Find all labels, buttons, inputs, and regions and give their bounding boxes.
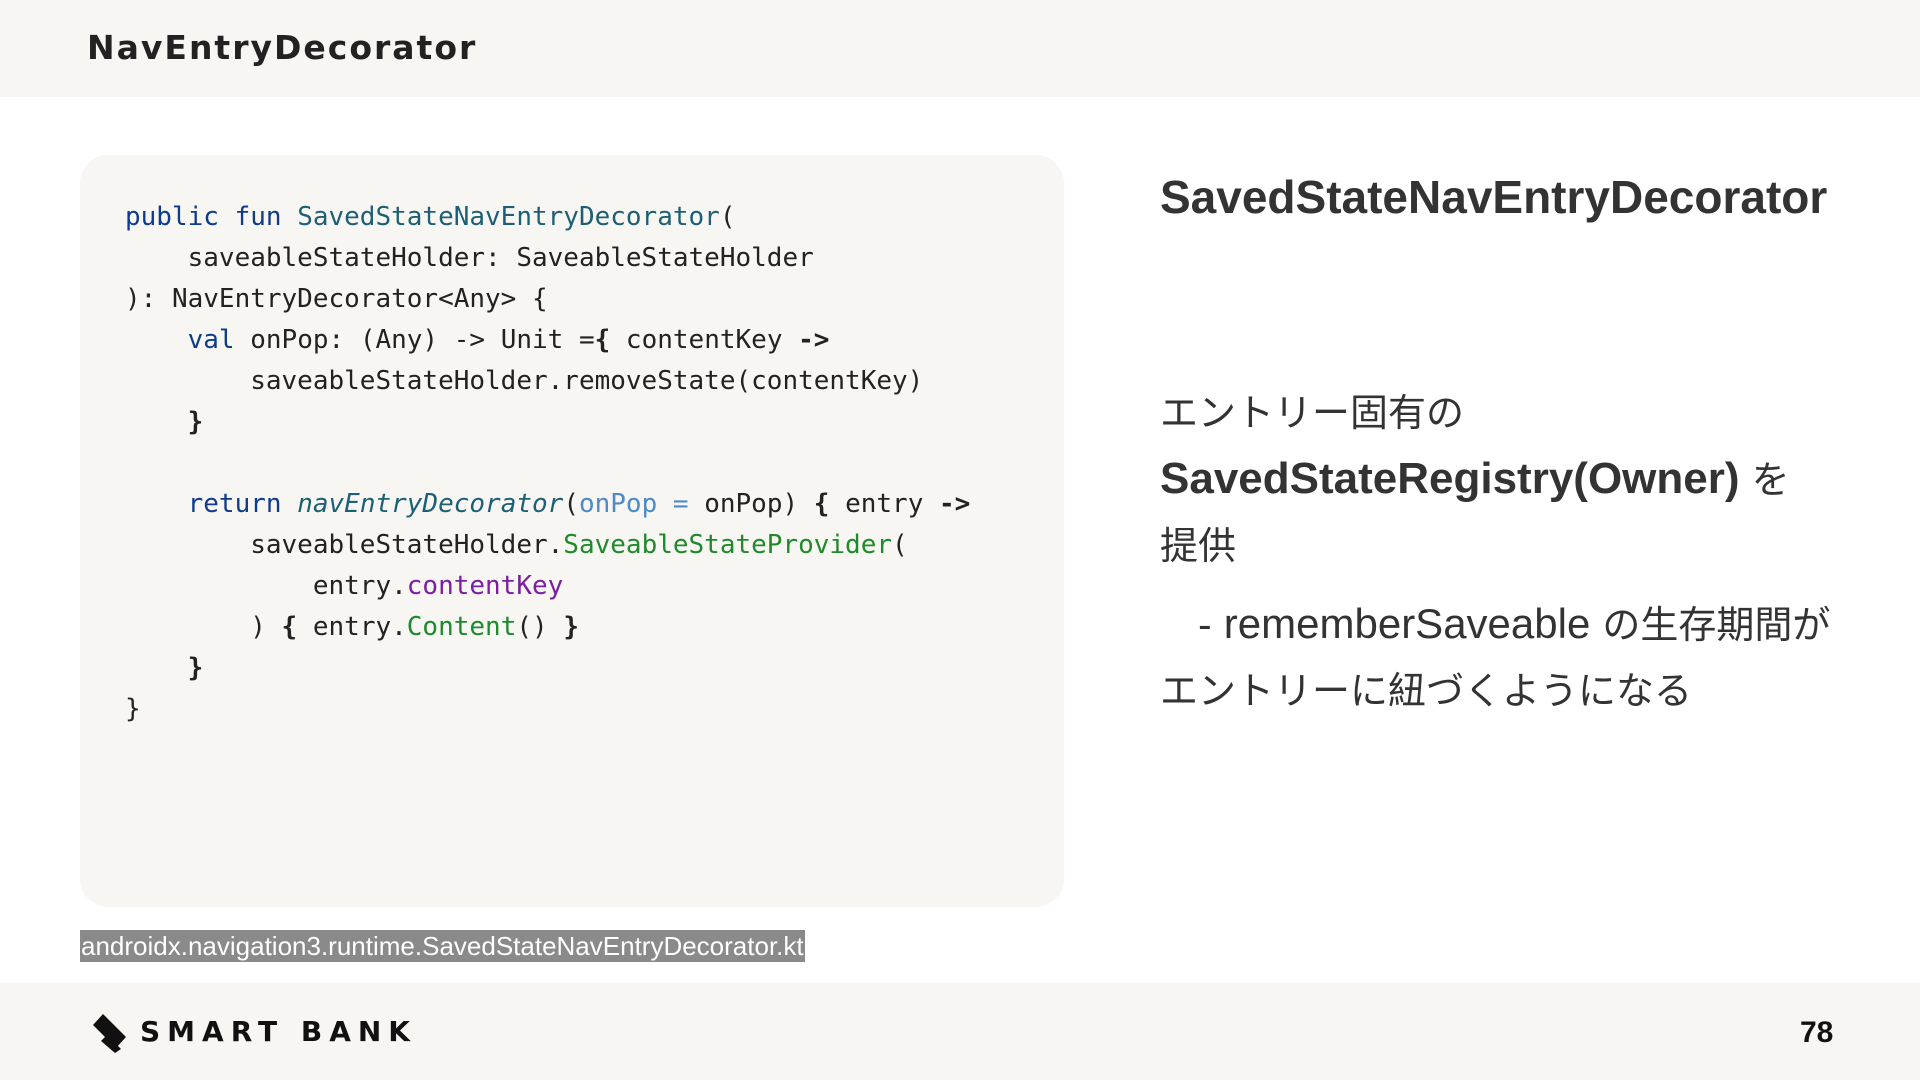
code-line: ​ <box>125 443 970 484</box>
code-line: public fun SavedStateNavEntryDecorator( <box>125 197 970 238</box>
code-line: return navEntryDecorator(onPop = onPop) … <box>125 484 971 525</box>
source-file-caption: androidx.navigation3.runtime.SavedStateN… <box>80 930 805 962</box>
code-token: return <box>187 489 298 519</box>
smartbank-slash-logo-icon <box>93 1014 126 1053</box>
code-token: contentKey <box>406 571 564 601</box>
registry-suffix: を <box>1739 458 1790 502</box>
sub-prefix: - <box>1160 603 1224 647</box>
code-token: saveableStateHolder. <box>125 530 564 560</box>
code-token: entry. <box>125 571 407 601</box>
remember-saveable-term: rememberSaveable <box>1223 600 1591 647</box>
slide: NavEntryDecorator public fun SavedStateN… <box>0 0 1920 1080</box>
code-token: public fun <box>125 202 298 232</box>
page-number: 78 <box>1800 1016 1834 1049</box>
code-line: saveableStateHolder.removeState(contentK… <box>125 361 970 402</box>
code-line: } <box>125 689 970 730</box>
code-token: { <box>281 612 298 642</box>
right-heading: SavedStateNavEntryDecorator <box>1160 171 1828 223</box>
code-token: -> <box>939 489 971 519</box>
code-token: entry <box>829 489 940 519</box>
code-token: ) <box>125 612 282 642</box>
code-line: saveableStateHolder: SaveableStateHolder <box>125 238 970 279</box>
description: エントリー固有の SavedStateRegistry(Owner) を 提供 … <box>1160 380 1840 724</box>
code-line: } <box>125 648 970 689</box>
code-line: val onPop: (Any) -> Unit ={ contentKey -… <box>125 320 970 361</box>
code-token: { <box>813 489 830 519</box>
description-sub-point: - rememberSaveable の生存期間がエントリーに紐づくようになる <box>1160 591 1840 724</box>
code-token: saveableStateHolder: SaveableStateHolder <box>125 243 814 273</box>
header-bar: NavEntryDecorator <box>0 0 1920 97</box>
slide-title: NavEntryDecorator <box>87 28 478 67</box>
code-token: onPop: (Any) -> Unit = <box>250 325 595 355</box>
code-token: navEntryDecorator <box>297 489 564 519</box>
code-line: } <box>125 402 970 443</box>
code-token: } <box>125 694 141 724</box>
code-token: onPop) <box>704 489 814 519</box>
code-token: ( <box>719 202 736 232</box>
description-line-3: 提供 <box>1160 524 1237 568</box>
code-token: SaveableStateProvider <box>563 530 893 560</box>
code-token: ): NavEntryDecorator<Any> { <box>125 284 548 314</box>
description-line-2: SavedStateRegistry(Owner) を <box>1160 446 1840 513</box>
code-line: ): NavEntryDecorator<Any> { <box>125 279 970 320</box>
code-token: SavedStateNavEntryDecorator <box>297 202 720 232</box>
code-token: saveableStateHolder.removeState(contentK… <box>125 366 924 396</box>
code-block: public fun SavedStateNavEntryDecorator( … <box>125 197 970 730</box>
code-line: saveableStateHolder.SaveableStateProvide… <box>125 525 970 566</box>
code-panel: public fun SavedStateNavEntryDecorator( … <box>80 155 1064 907</box>
code-token: } <box>187 407 204 437</box>
code-line: entry.contentKey <box>125 566 970 607</box>
code-token: val <box>187 325 251 355</box>
description-line-1: エントリー固有の <box>1160 391 1465 435</box>
code-line: ) { entry.Content() } <box>125 607 970 648</box>
code-token: } <box>187 653 204 683</box>
code-token: } <box>563 612 579 642</box>
code-token: entry. <box>297 612 407 642</box>
code-token: ( <box>892 530 908 560</box>
code-token: -> <box>798 325 830 355</box>
brand-name: SMART BANK <box>140 1015 417 1048</box>
registry-term: SavedStateRegistry(Owner) <box>1160 454 1740 503</box>
code-token: { <box>594 325 611 355</box>
code-token: contentKey <box>610 325 799 355</box>
code-token: ( <box>563 489 579 519</box>
code-token: () <box>516 612 564 642</box>
code-token: onPop = <box>578 489 705 519</box>
code-token: Content <box>406 612 517 642</box>
